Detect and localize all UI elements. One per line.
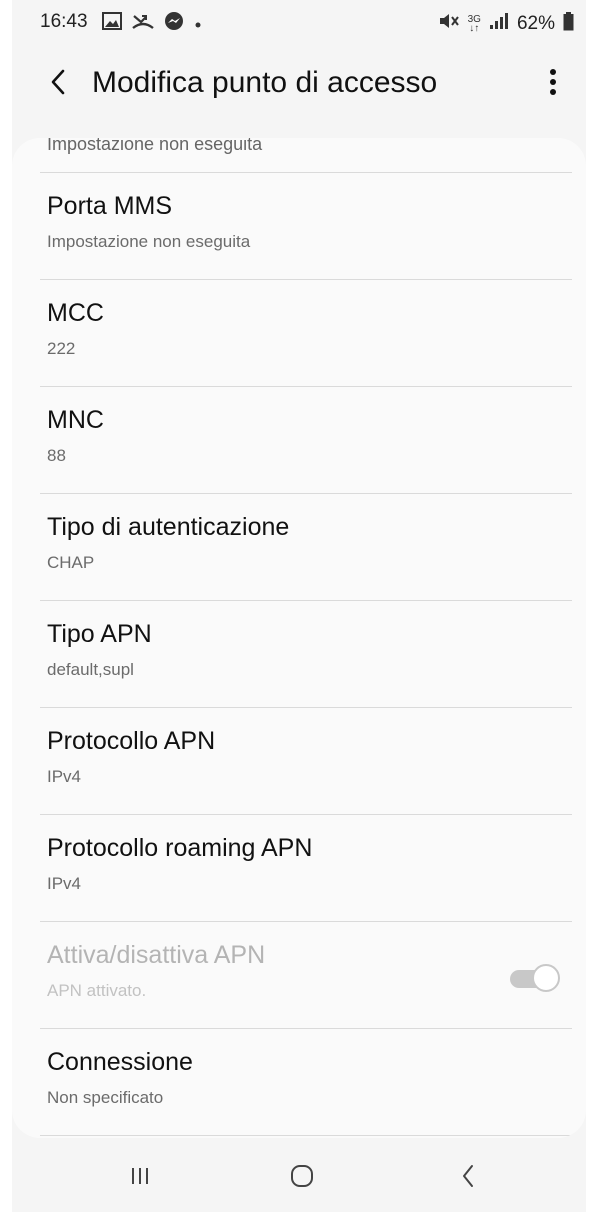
divider (40, 600, 572, 601)
status-time: 16:43 (40, 11, 88, 32)
divider (40, 493, 572, 494)
divider (40, 279, 572, 280)
divider (40, 172, 572, 173)
toggle-knob (532, 964, 560, 992)
back-button[interactable] (40, 64, 76, 100)
more-vert-icon (550, 69, 556, 95)
item-title: MNC (47, 406, 104, 434)
messenger-icon (164, 11, 184, 37)
item-subtitle: IPv4 (47, 767, 82, 786)
item-subtitle: CHAP (47, 553, 95, 572)
item-title: Protocollo roaming APN (47, 834, 313, 862)
item-title: MCC (47, 299, 104, 327)
list-item-tipo-autenticazione[interactable]: Tipo di autenticazione CHAP (12, 495, 586, 601)
screen: 16:43 3G ↓↑ 62% Modifica punto di access… (12, 0, 586, 1212)
network-3g-icon: 3G ↓↑ (467, 14, 481, 34)
chevron-left-icon (51, 69, 65, 95)
battery-icon (563, 11, 574, 37)
list-item-mcc[interactable]: MCC 222 (12, 281, 586, 387)
list-item-attiva-disattiva-apn: Attiva/disattiva APN APN attivato. (12, 923, 586, 1029)
item-subtitle: 88 (47, 446, 66, 465)
item-title: Tipo di autenticazione (47, 513, 290, 541)
page-title: Modifica punto di accesso (92, 66, 438, 99)
divider (40, 386, 572, 387)
item-title: Porta MMS (47, 192, 173, 220)
network-type: 3G (467, 14, 481, 25)
status-bar: 16:43 3G ↓↑ 62% (12, 0, 586, 44)
settings-list: Impostazione non eseguita Porta MMS Impo… (12, 138, 586, 1138)
status-notification-icons (102, 11, 202, 37)
item-title: Protocollo APN (47, 727, 216, 755)
home-button[interactable] (278, 1154, 326, 1198)
recents-icon (132, 1168, 148, 1184)
list-item-protocollo-apn[interactable]: Protocollo APN IPv4 (12, 709, 586, 815)
divider (40, 814, 572, 815)
item-subtitle: Non specificato (47, 1088, 164, 1107)
more-options-button[interactable] (538, 64, 568, 100)
signal-icon (489, 12, 509, 36)
app-bar: Modifica punto di accesso (12, 52, 586, 116)
back-icon (463, 1165, 473, 1187)
item-title: Tipo APN (47, 620, 152, 648)
list-item-connessione[interactable]: Connessione Non specificato (12, 1030, 586, 1136)
dot-icon (194, 13, 202, 35)
item-subtitle: 222 (47, 339, 76, 358)
recents-button[interactable] (116, 1154, 164, 1198)
divider (40, 1135, 572, 1136)
missed-call-icon (132, 12, 154, 36)
mute-icon (438, 11, 460, 37)
back-nav-button[interactable] (444, 1154, 492, 1198)
divider (40, 921, 572, 922)
home-icon (291, 1165, 313, 1187)
item-subtitle: Impostazione non eseguita (47, 232, 251, 251)
battery-percentage: 62% (516, 13, 555, 34)
list-item-tipo-apn[interactable]: Tipo APN default,supl (12, 602, 586, 708)
previous-item-subtitle: Impostazione non eseguita (47, 138, 263, 154)
item-title: Connessione (47, 1048, 193, 1076)
apn-toggle-switch (510, 963, 562, 993)
divider (40, 1028, 572, 1029)
navigation-bar (12, 1140, 586, 1212)
list-item-mnc[interactable]: MNC 88 (12, 388, 586, 494)
status-system-icons: 3G ↓↑ 62% (438, 11, 574, 37)
gallery-icon (102, 12, 122, 36)
item-subtitle: default,supl (47, 660, 134, 679)
item-title: Attiva/disattiva APN (47, 941, 266, 969)
list-item-porta-mms[interactable]: Porta MMS Impostazione non eseguita (12, 174, 586, 280)
divider (40, 707, 572, 708)
list-item-protocollo-roaming-apn[interactable]: Protocollo roaming APN IPv4 (12, 816, 586, 922)
item-subtitle: IPv4 (47, 874, 82, 893)
item-subtitle: APN attivato. (47, 981, 147, 1000)
